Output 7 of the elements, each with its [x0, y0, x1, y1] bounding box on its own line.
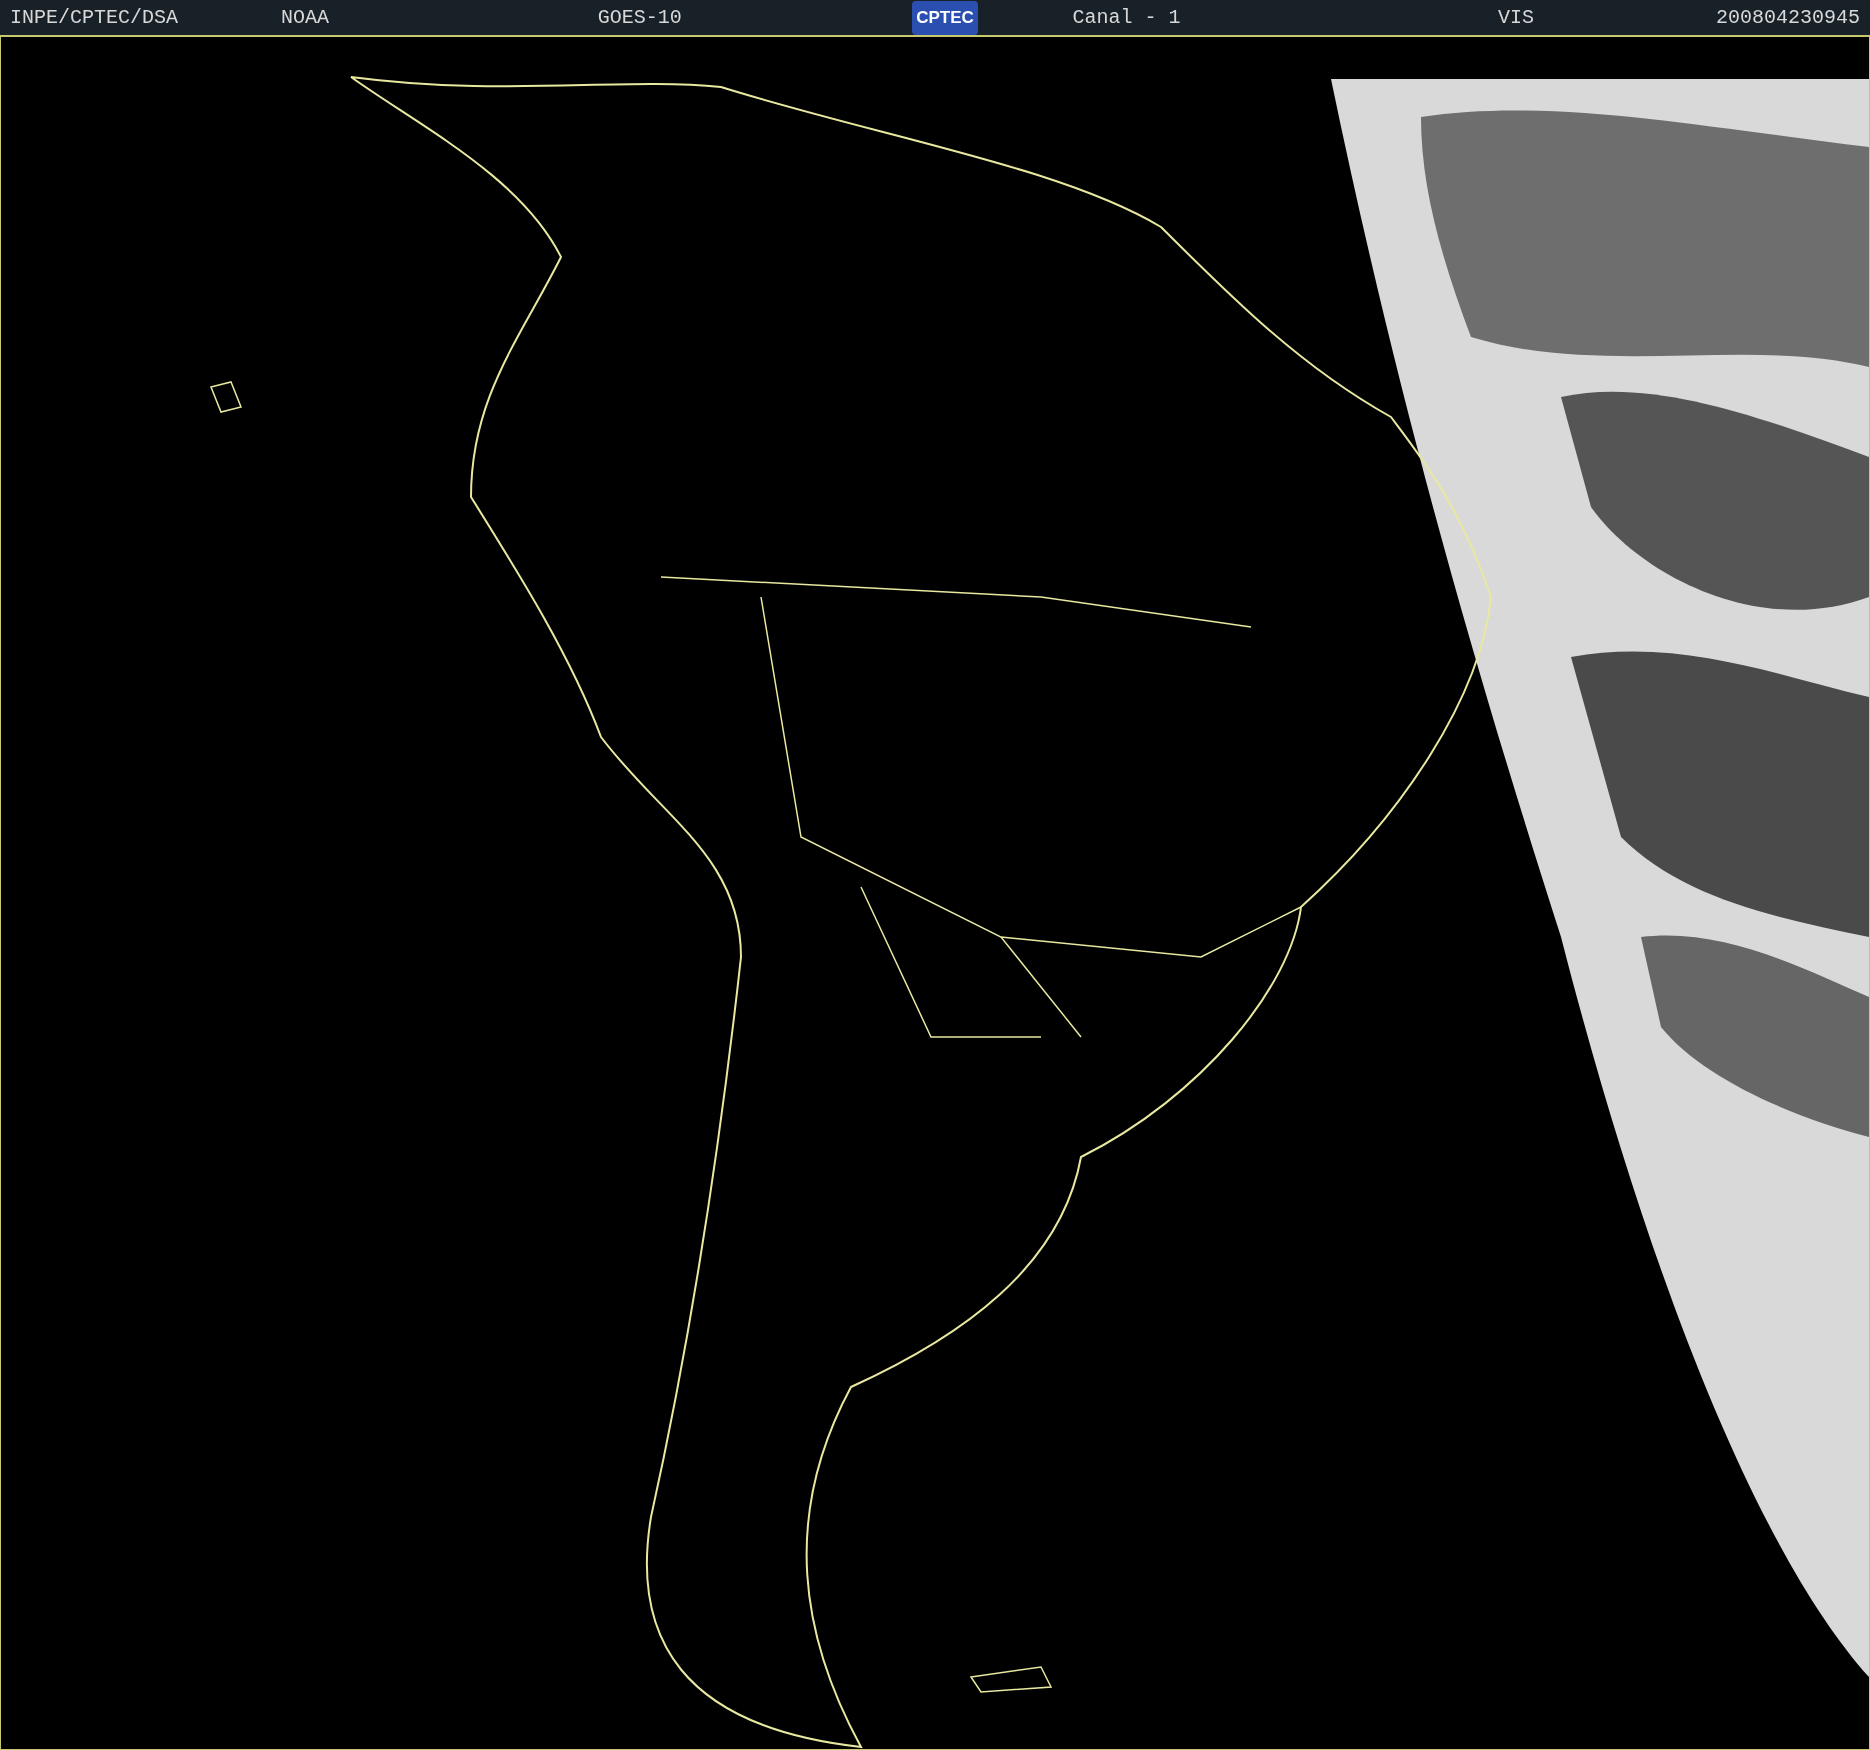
header-label: GOES-10: [597, 4, 682, 31]
header-label: INPE/CPTEC/DSA: [10, 4, 179, 31]
header-label: 200804230945: [1715, 4, 1860, 31]
logo: CPTEC: [912, 0, 978, 35]
header-label: VIS: [1497, 4, 1534, 31]
header-label: NOAA: [281, 4, 330, 31]
header-label: Canal - 1: [1072, 4, 1181, 31]
